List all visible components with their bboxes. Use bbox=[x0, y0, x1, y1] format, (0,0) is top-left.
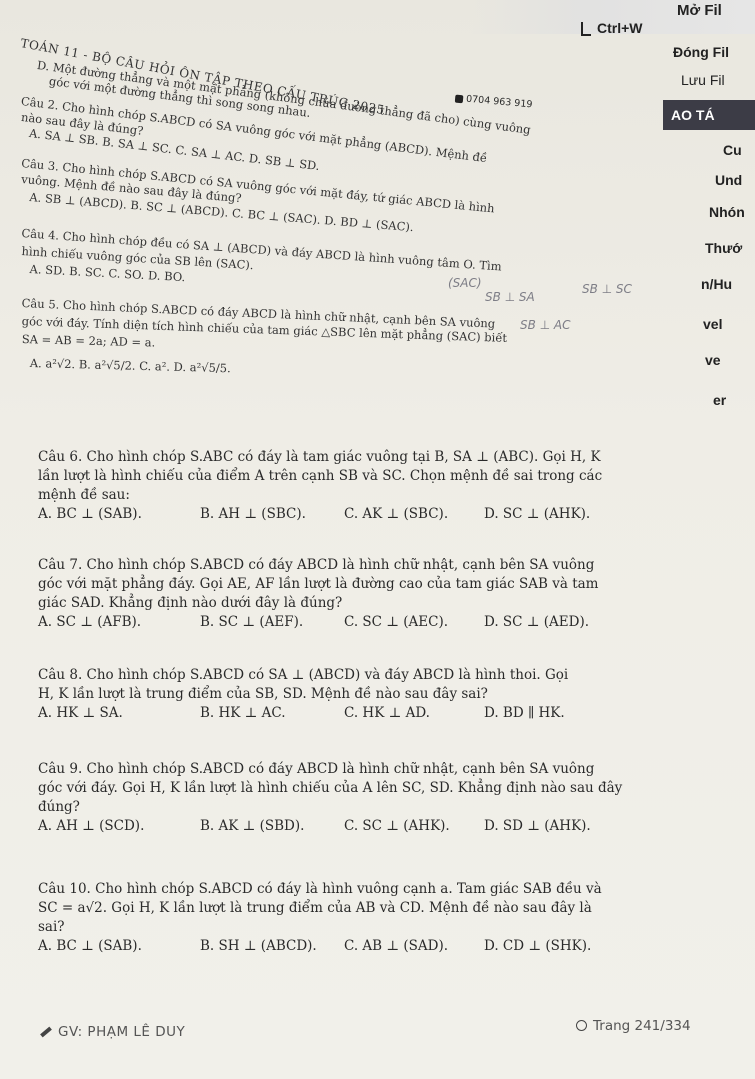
handwritten-note: SB ⊥ SA bbox=[485, 290, 535, 304]
question-line: H, K lần lượt là trung điểm của SB, SD. … bbox=[38, 686, 488, 702]
handwritten-note: (SAC) bbox=[448, 276, 482, 290]
question-line: Câu 10. Cho hình chóp S.ABCD có đáy là h… bbox=[38, 881, 602, 897]
question-9: Câu 9. Cho hình chóp S.ABCD có đáy ABCD … bbox=[38, 760, 728, 837]
question-10: Câu 10. Cho hình chóp S.ABCD có đáy là h… bbox=[38, 880, 728, 957]
options-row: A. HK ⊥ SA. B. HK ⊥ AC. C. HK ⊥ AD. D. B… bbox=[38, 704, 728, 724]
option-c[interactable]: C. SC ⊥ (AEC). bbox=[344, 613, 448, 632]
question-line: SC = a√2. Gọi H, K lần lượt là trung điể… bbox=[38, 900, 592, 916]
option-d[interactable]: D. BD ∥ HK. bbox=[484, 704, 565, 723]
question-8: Câu 8. Cho hình chóp S.ABCD có SA ⊥ (ABC… bbox=[38, 666, 728, 724]
option-d[interactable]: D. SD ⊥ (AHK). bbox=[484, 817, 591, 836]
phone-icon bbox=[454, 94, 464, 103]
menu-shortcut: Ctrl+W bbox=[597, 20, 643, 36]
question-line: Câu 8. Cho hình chóp S.ABCD có SA ⊥ (ABC… bbox=[38, 667, 569, 683]
option-b[interactable]: B. SC ⊥ (AEF). bbox=[200, 613, 303, 632]
menu-close-file[interactable]: Đóng Fil bbox=[673, 44, 755, 60]
menu-save-file[interactable]: Lưu Fil bbox=[681, 72, 755, 88]
context-menu: Mở Fil Ctrl+W Đóng Fil Lưu Fil AO TÁ Cu … bbox=[581, 0, 755, 470]
menu-tab[interactable]: AO TÁ bbox=[663, 100, 755, 130]
handwritten-note: SB ⊥ SC bbox=[582, 282, 632, 296]
menu-open-file[interactable]: Mở Fil bbox=[677, 2, 755, 19]
option-a[interactable]: A. BC ⊥ (SAB). bbox=[38, 937, 142, 956]
option-c[interactable]: C. AB ⊥ (SAD). bbox=[344, 937, 448, 956]
option-c[interactable]: C. SC ⊥ (AHK). bbox=[344, 817, 450, 836]
option-b[interactable]: B. AH ⊥ (SBC). bbox=[200, 505, 306, 524]
question-line: mệnh đề sau: bbox=[38, 487, 130, 503]
shortcut-icon bbox=[581, 22, 591, 36]
menu-item-side[interactable]: Thướ bbox=[705, 240, 755, 256]
question-line: góc với đáy. Gọi H, K lần lượt là hình c… bbox=[38, 780, 623, 796]
option-a[interactable]: A. HK ⊥ SA. bbox=[38, 704, 123, 723]
menu-item-side[interactable]: n/Hu bbox=[701, 276, 755, 292]
menu-item-side[interactable]: Nhón bbox=[709, 204, 755, 220]
question-line: góc với mặt phẳng đáy. Gọi AE, AF lần lư… bbox=[38, 576, 599, 592]
option-a[interactable]: A. AH ⊥ (SCD). bbox=[38, 817, 144, 836]
question-line: sai? bbox=[38, 919, 65, 935]
menu-item-side[interactable]: ve bbox=[705, 352, 755, 368]
handwritten-note: SB ⊥ AC bbox=[520, 318, 571, 332]
option-d[interactable]: D. CD ⊥ (SHK). bbox=[484, 937, 591, 956]
option-b[interactable]: B. AK ⊥ (SBD). bbox=[200, 817, 304, 836]
menu-item-side[interactable]: er bbox=[713, 392, 755, 408]
option-d[interactable]: D. SC ⊥ (AED). bbox=[484, 613, 589, 632]
option-d[interactable]: D. SC ⊥ (AHK). bbox=[484, 505, 590, 524]
options-row: A. AH ⊥ (SCD). B. AK ⊥ (SBD). C. SC ⊥ (A… bbox=[38, 817, 728, 837]
menu-item-side[interactable]: vel bbox=[703, 316, 755, 332]
question-7: Câu 7. Cho hình chóp S.ABCD có đáy ABCD … bbox=[38, 556, 728, 633]
author: GV: PHẠM LÊ DUY bbox=[40, 1024, 185, 1040]
question-line: đúng? bbox=[38, 799, 80, 815]
pen-icon bbox=[40, 1026, 52, 1038]
question-line: Câu 6. Cho hình chóp S.ABC có đáy là tam… bbox=[38, 449, 601, 465]
menu-item-side[interactable]: Und bbox=[715, 172, 755, 188]
question-line: lần lượt là hình chiếu của điểm A trên c… bbox=[38, 468, 603, 484]
options-row: A. SC ⊥ (AFB). B. SC ⊥ (AEF). C. SC ⊥ (A… bbox=[38, 613, 728, 633]
option-b[interactable]: B. SH ⊥ (ABCD). bbox=[200, 937, 317, 956]
options-row: A. BC ⊥ (SAB). B. AH ⊥ (SBC). C. AK ⊥ (S… bbox=[38, 505, 728, 525]
clock-icon bbox=[576, 1020, 587, 1031]
question-line: Câu 9. Cho hình chóp S.ABCD có đáy ABCD … bbox=[38, 761, 595, 777]
option-a[interactable]: A. BC ⊥ (SAB). bbox=[38, 505, 142, 524]
question-line: Câu 7. Cho hình chóp S.ABCD có đáy ABCD … bbox=[38, 557, 595, 573]
page-footer: GV: PHẠM LÊ DUY Trang 241/334 bbox=[40, 1018, 740, 1048]
option-c[interactable]: C. AK ⊥ (SBC). bbox=[344, 505, 448, 524]
question-line: giác SAD. Khẳng định nào dưới đây là đún… bbox=[38, 595, 343, 611]
option-a[interactable]: A. SC ⊥ (AFB). bbox=[38, 613, 141, 632]
menu-item-side[interactable]: Cu bbox=[723, 142, 755, 158]
options-row: A. BC ⊥ (SAB). B. SH ⊥ (ABCD). C. AB ⊥ (… bbox=[38, 937, 728, 957]
question-6: Câu 6. Cho hình chóp S.ABC có đáy là tam… bbox=[38, 448, 728, 525]
option-c[interactable]: C. HK ⊥ AD. bbox=[344, 704, 430, 723]
page-number: Trang 241/334 bbox=[576, 1018, 691, 1034]
option-b[interactable]: B. HK ⊥ AC. bbox=[200, 704, 286, 723]
